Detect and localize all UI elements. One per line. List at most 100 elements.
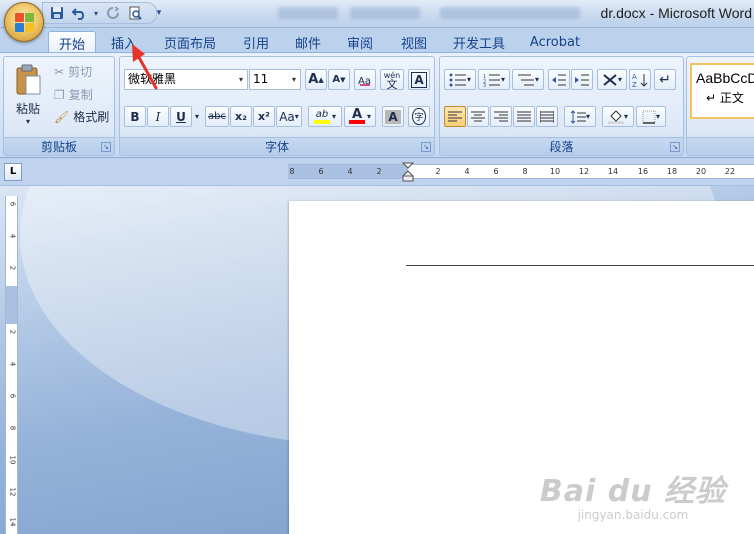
ruler-tick-label: 6 <box>8 393 17 399</box>
chinese-layout-icon <box>603 73 617 86</box>
align-center-icon[interactable] <box>467 106 489 127</box>
office-logo-icon <box>15 13 35 33</box>
paragraph-group-label: 段落 <box>440 137 683 155</box>
tab-mailings[interactable]: 邮件 <box>288 31 328 53</box>
scissors-icon: ✂ <box>54 64 65 79</box>
enclose-char-button[interactable]: 字 <box>408 106 430 127</box>
grow-font-button[interactable]: A ▲ <box>305 69 327 90</box>
justify-icon[interactable] <box>513 106 535 127</box>
bullets-button[interactable]: ▾ <box>444 69 476 90</box>
shading-button[interactable]: ▾ <box>602 106 634 127</box>
ruler-tick-label: 4 <box>464 167 470 176</box>
svg-text:Z: Z <box>632 81 637 88</box>
bold-button[interactable]: B <box>124 106 146 127</box>
subscript-button[interactable]: x₂ <box>230 106 252 127</box>
ruler-tick-label: 10 <box>8 455 17 465</box>
sort-icon[interactable]: AZ <box>629 69 651 90</box>
font-size-value: 11 <box>253 72 269 86</box>
format-painter-button[interactable]: 🖌 格式刷 <box>54 108 109 125</box>
ruler-margin <box>6 286 17 324</box>
paint-bucket-icon <box>608 109 624 124</box>
font-group-label: 字体 <box>120 137 434 155</box>
borders-button[interactable]: ▾ <box>636 106 666 127</box>
highlight-button[interactable]: ab ▾ <box>308 106 342 127</box>
watermark-logo: Bai du 经验 <box>539 474 726 509</box>
ruler-tick-label: 8 <box>522 167 528 176</box>
distributed-icon[interactable] <box>536 106 558 127</box>
phonetic-guide-button[interactable]: wén 文 <box>380 69 404 90</box>
undo-icon[interactable] <box>70 4 88 22</box>
paste-label: 粘贴 <box>15 102 40 116</box>
dialog-launcher-icon[interactable]: ↘ <box>421 142 431 152</box>
office-button[interactable] <box>4 2 44 42</box>
window-title: dr.docx - Microsoft Word <box>600 5 752 21</box>
numbering-button[interactable]: 1 2 3 ▾ <box>478 69 510 90</box>
italic-button[interactable]: I <box>147 106 169 127</box>
tab-page-layout[interactable]: 页面布局 <box>160 31 220 53</box>
document-area: 6 4 2 2 4 6 8 10 12 14 Bai du 经验 jingyan… <box>0 186 754 534</box>
chevron-down-icon[interactable]: ▾ <box>192 106 202 127</box>
save-icon[interactable] <box>48 4 66 22</box>
tab-stop-selector[interactable]: L <box>4 163 22 181</box>
ruler-row: L 8 6 4 2 2 4 6 8 10 12 14 16 18 20 22 <box>0 158 754 186</box>
ruler-tick-label: 12 <box>578 167 590 176</box>
tab-developer[interactable]: 开发工具 <box>448 31 510 53</box>
line-spacing-icon <box>570 109 586 124</box>
tab-home[interactable]: 开始 <box>48 31 96 54</box>
indent-marker-icon[interactable] <box>402 162 414 182</box>
line-spacing-button[interactable]: ▾ <box>564 106 596 127</box>
tab-view[interactable]: 视图 <box>394 31 434 53</box>
cut-button[interactable]: ✂ 剪切 <box>54 63 92 80</box>
clear-format-icon[interactable]: Aa <box>354 69 376 90</box>
tab-acrobat[interactable]: Acrobat <box>526 31 584 53</box>
paste-button[interactable]: 粘贴 ▾ <box>10 59 46 131</box>
underline-button[interactable]: U <box>170 106 192 127</box>
ribbon: 粘贴 ▾ ✂剪切 ❐复制 🖌格式刷 剪贴板 ↘ 微软雅黑▾ 11▾ A▲ A▼ … <box>0 52 754 158</box>
chinese-layout-button[interactable]: ▾ <box>597 69 627 90</box>
char-border-button[interactable]: A <box>408 69 430 90</box>
multilevel-list-button[interactable]: ▾ <box>512 69 544 90</box>
font-color-button[interactable]: A ▾ <box>344 106 376 127</box>
dialog-launcher-icon[interactable]: ↘ <box>101 142 111 152</box>
style-sample: AaBbCcD <box>696 70 754 86</box>
quick-access-toolbar: ▾ ▾ <box>48 3 164 23</box>
char-shading-button[interactable]: A <box>382 106 404 127</box>
redo-icon[interactable] <box>104 4 122 22</box>
customize-icon[interactable]: ▾ <box>154 4 164 22</box>
format-painter-label: 格式刷 <box>73 110 110 124</box>
paragraph-group: ▾ 1 2 3 ▾ ▾ ▾ AZ ↵ ▾ ▾ ▾ 段落 ↘ <box>439 56 684 156</box>
numbering-icon: 123 <box>483 74 500 87</box>
change-case-button[interactable]: Aa ▾ <box>276 106 302 127</box>
tab-review[interactable]: 审阅 <box>340 31 380 53</box>
horizontal-ruler[interactable]: 8 6 4 2 2 4 6 8 10 12 14 16 18 20 22 <box>288 162 754 182</box>
chevron-down-icon[interactable]: ▾ <box>92 4 100 22</box>
ruler-tick-label: 4 <box>347 167 353 176</box>
show-marks-icon[interactable]: ↵ <box>654 69 676 90</box>
bullets-icon <box>449 73 466 86</box>
print-preview-icon[interactable] <box>126 4 144 22</box>
increase-indent-icon[interactable] <box>571 69 593 90</box>
ribbon-tabs: 开始 插入 页面布局 引用 邮件 审阅 视图 开发工具 Acrobat <box>0 28 754 54</box>
superscript-button[interactable]: x² <box>253 106 275 127</box>
decrease-indent-icon[interactable] <box>548 69 570 90</box>
strikethrough-button[interactable]: abc <box>205 106 229 127</box>
watermark-url: jingyan.baidu.com <box>577 508 689 522</box>
chevron-down-icon: ▾ <box>25 117 30 126</box>
svg-text:3: 3 <box>483 83 486 87</box>
borders-icon <box>642 110 656 124</box>
tab-references[interactable]: 引用 <box>236 31 276 53</box>
watermark: Bai du 经验 jingyan.baidu.com <box>540 466 726 522</box>
copy-button[interactable]: ❐ 复制 <box>54 86 93 103</box>
ruler-tick-label: 10 <box>549 167 561 176</box>
vertical-ruler[interactable]: 6 4 2 2 4 6 8 10 12 14 <box>5 196 18 534</box>
align-right-icon[interactable] <box>490 106 512 127</box>
align-left-icon[interactable] <box>444 106 466 127</box>
title-bar: ▾ ▾ dr.docx - Microsoft Word <box>0 0 754 28</box>
style-normal[interactable]: AaBbCcD ↵ 正文 <box>690 63 754 119</box>
blurred-area <box>350 7 420 19</box>
shrink-font-button[interactable]: A ▼ <box>328 69 350 90</box>
ruler-tick-label: 6 <box>493 167 499 176</box>
dialog-launcher-icon[interactable]: ↘ <box>670 142 680 152</box>
copy-icon: ❐ <box>54 87 65 102</box>
font-size-select[interactable]: 11 ▾ <box>249 69 301 90</box>
